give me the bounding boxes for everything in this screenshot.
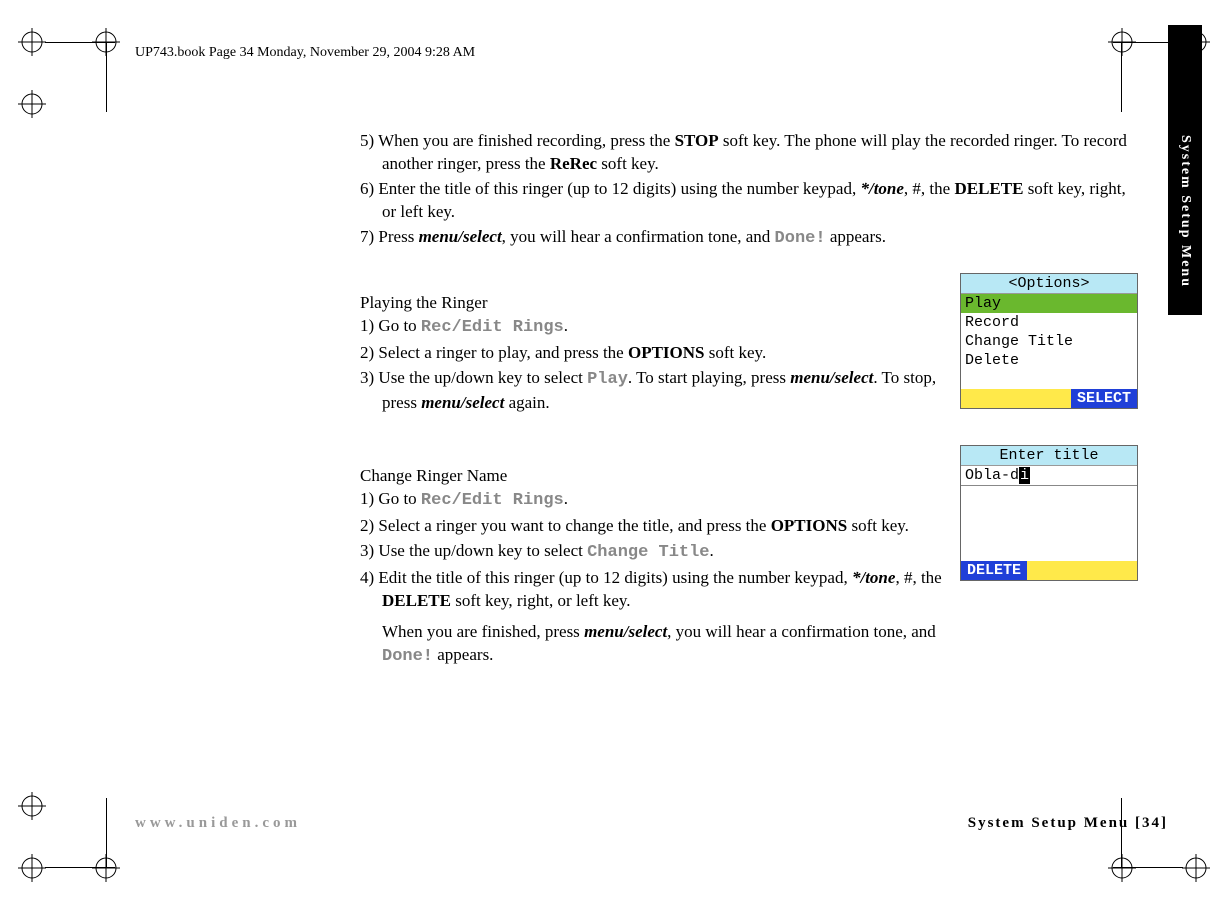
screen-input-row: Obla-di [961,466,1137,486]
screen-row-change-title: Change Title [961,332,1137,351]
change-step-3: 3) Use the up/down key to select Change … [360,540,942,565]
crop-line [1121,42,1122,112]
section-tab: System Setup Menu [1168,25,1202,315]
done-lcd: Done! [382,647,433,666]
screen-footer: DELETE [961,561,1137,580]
crop-target-icon [18,28,46,56]
softkey-delete: DELETE [961,561,1027,580]
text: soft key. [597,154,659,173]
done-lcd: Done! [775,229,826,248]
text: 1) Go to [360,489,421,508]
tone-label: */tone [860,179,903,198]
input-cursor: i [1019,467,1030,484]
crop-target-icon [1182,854,1210,882]
text: 3) Use the up/down key to select [360,368,587,387]
lcd-text: Rec/Edit Rings [421,318,564,337]
text: 2) Select a ringer you want to change th… [360,516,771,535]
text: . [564,316,568,335]
crop-line [106,798,107,868]
playing-step-3: 3) Use the up/down key to select Play. T… [360,367,942,415]
text: 1) Go to [360,316,421,335]
text: 4) Edit the title of this ringer (up to … [360,568,852,587]
text: 7) Press [360,227,419,246]
crop-line [106,42,107,112]
text: 5) When you are finished recording, pres… [360,131,675,150]
lcd-text: Rec/Edit Rings [421,491,564,510]
change-step-1: 1) Go to Rec/Edit Rings. [360,488,942,513]
text: again. [504,393,549,412]
playing-ringer-title: Playing the Ringer [360,293,942,313]
change-ringer-title: Change Ringer Name [360,466,942,486]
change-step-2: 2) Select a ringer you want to change th… [360,515,942,538]
playing-step-1: 1) Go to Rec/Edit Rings. [360,315,942,340]
crop-line [45,42,115,43]
options-label: OPTIONS [771,516,848,535]
crop-line [45,867,115,868]
footer-url: www.uniden.com [135,815,301,832]
input-text: Obla-d [965,467,1019,484]
screen-row-record: Record [961,313,1137,332]
screen-row-delete: Delete [961,351,1137,370]
step-6: 6) Enter the title of this ringer (up to… [360,178,1140,224]
page-content: 5) When you are finished recording, pres… [360,130,1140,669]
screen-footer: SELECT [961,389,1137,408]
phone-screen-enter-title: Enter title Obla-di DELETE [960,445,1138,581]
text: , you will hear a confirmation tone, and [502,227,775,246]
lcd-text: Play [587,370,628,389]
change-step-4: 4) Edit the title of this ringer (up to … [360,567,942,613]
delete-label: DELETE [382,591,451,610]
crop-line [1113,867,1183,868]
text: . To start playing, press [628,368,790,387]
playing-step-2: 2) Select a ringer to play, and press th… [360,342,942,365]
text: . [564,489,568,508]
tone-label: */tone [852,568,895,587]
text: 2) Select a ringer to play, and press th… [360,343,628,362]
step-5: 5) When you are finished recording, pres… [360,130,1140,176]
menu-select-label: menu/select [421,393,504,412]
footer-section: System Setup Menu [34] [968,815,1168,832]
text: appears. [826,227,886,246]
header-text: UP743.book Page 34 Monday, November 29, … [135,45,475,61]
menu-select-label: menu/select [419,227,502,246]
text: , you will hear a confirmation tone, and [667,622,936,641]
change-finish: When you are finished, press menu/select… [360,621,942,669]
text: , #, the [904,179,955,198]
text: When you are finished, press [382,622,584,641]
menu-select-label: menu/select [584,622,667,641]
text: , #, the [895,568,941,587]
text: soft key. [847,516,909,535]
crop-line [1121,798,1122,868]
crop-target-icon [18,854,46,882]
screen-title: <Options> [961,274,1137,294]
text: 6) Enter the title of this ringer (up to… [360,179,860,198]
phone-screen-options: <Options> Play Record Change Title Delet… [960,273,1138,409]
crop-target-icon [18,792,46,820]
text: soft key. [705,343,767,362]
menu-select-label: menu/select [790,368,873,387]
lcd-text: Change Title [587,543,709,562]
step-7: 7) Press menu/select, you will hear a co… [360,226,1140,251]
options-label: OPTIONS [628,343,705,362]
text: . [710,541,714,560]
text: soft key, right, or left key. [451,591,631,610]
screen-title: Enter title [961,446,1137,466]
text: appears. [433,645,493,664]
delete-label: DELETE [954,179,1023,198]
rerec-label: ReRec [550,154,597,173]
crop-target-icon [1108,854,1136,882]
softkey-select: SELECT [1071,389,1137,408]
stop-label: STOP [675,131,719,150]
text: 3) Use the up/down key to select [360,541,587,560]
screen-row-play: Play [961,294,1137,313]
crop-target-icon [18,90,46,118]
